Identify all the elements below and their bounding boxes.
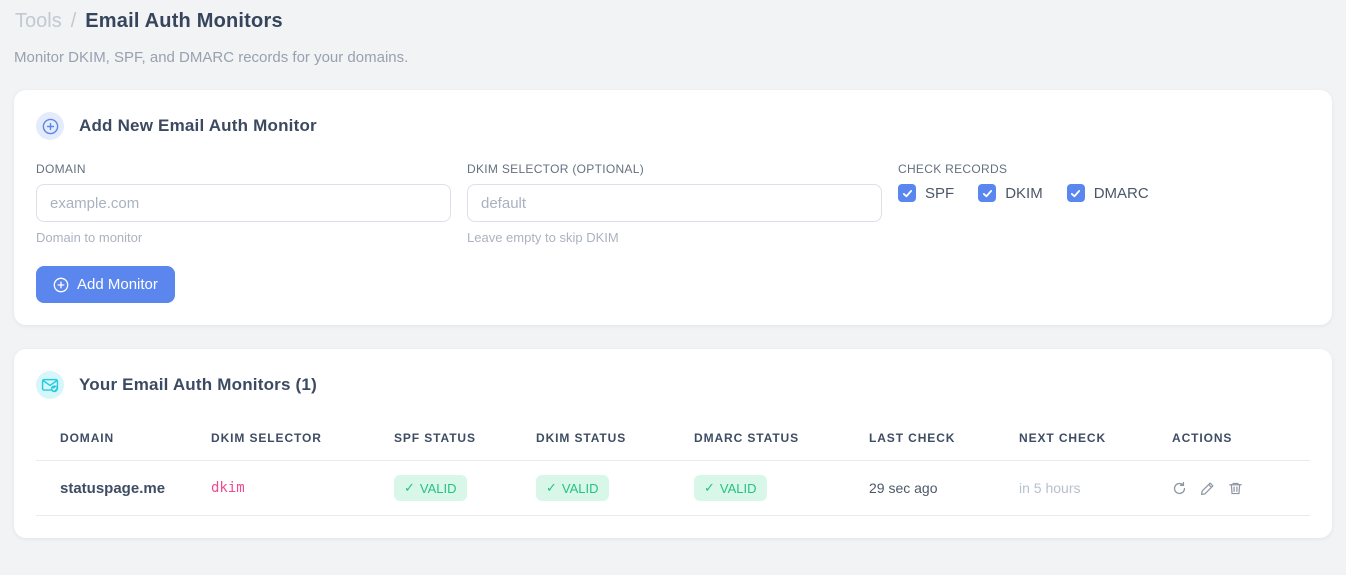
- row-actions: [1172, 481, 1302, 496]
- add-monitor-button[interactable]: Add Monitor: [36, 266, 175, 303]
- monitor-domain: statuspage.me: [36, 460, 211, 516]
- add-monitor-card-title: Add New Email Auth Monitor: [79, 116, 317, 135]
- plus-circle-icon: [53, 277, 69, 292]
- domain-field-group: DOMAIN Domain to monitor: [36, 162, 451, 245]
- dmarc-checkbox-label: DMARC: [1093, 184, 1149, 202]
- spf-checkbox-label: SPF: [925, 184, 955, 202]
- domain-field-hint: Domain to monitor: [36, 230, 143, 245]
- dkim-status-text: VALID: [561, 480, 599, 496]
- domain-input[interactable]: [36, 184, 451, 222]
- column-header-spf-status: SPF STATUS: [394, 417, 536, 461]
- spf-status-text: VALID: [419, 480, 457, 496]
- add-monitor-card-header: Add New Email Auth Monitor: [36, 112, 1310, 140]
- dkim-selector-field-hint: Leave empty to skip DKIM: [467, 230, 619, 245]
- breadcrumb-separator: /: [70, 10, 77, 32]
- column-header-dkim-selector: DKIM SELECTOR: [211, 417, 394, 461]
- monitors-list-card: Your Email Auth Monitors (1) DOMAIN DKIM…: [14, 349, 1332, 538]
- spf-status-badge: ✓ VALID: [394, 475, 467, 501]
- dmarc-checkbox[interactable]: [1066, 184, 1085, 202]
- monitor-dkim-selector: dkim: [211, 460, 394, 516]
- check-icon: [1071, 189, 1081, 197]
- domain-field-label: DOMAIN: [36, 162, 86, 176]
- check-records-label: CHECK RECORDS: [898, 162, 1008, 176]
- check-records-options: SPF DKIM DMARC: [898, 184, 1310, 202]
- monitor-last-check: 29 sec ago: [869, 460, 1019, 516]
- column-header-actions: ACTIONS: [1172, 417, 1310, 461]
- column-header-last-check: LAST CHECK: [869, 417, 1019, 461]
- pencil-icon: [1200, 481, 1214, 495]
- page-subtitle: Monitor DKIM, SPF, and DMARC records for…: [14, 49, 409, 66]
- check-icon: ✓: [404, 480, 415, 495]
- table-row: statuspage.me dkim ✓ VALID ✓ VALID ✓ VAL…: [36, 460, 1310, 516]
- refresh-button[interactable]: [1172, 481, 1187, 496]
- dkim-selector-field-group: DKIM SELECTOR (OPTIONAL) Leave empty to …: [467, 162, 882, 245]
- delete-button[interactable]: [1228, 481, 1243, 496]
- dmarc-status-text: VALID: [719, 480, 757, 496]
- dkim-status-badge: ✓ VALID: [536, 475, 609, 501]
- trash-icon: [1229, 482, 1242, 494]
- monitor-next-check: in 5 hours: [1019, 460, 1172, 516]
- dkim-checkbox[interactable]: [978, 184, 997, 202]
- dkim-selector-field-label: DKIM SELECTOR (OPTIONAL): [467, 162, 645, 176]
- check-icon: ✓: [546, 480, 557, 495]
- add-monitor-button-label: Add Monitor: [77, 276, 158, 293]
- page-title: Email Auth Monitors: [85, 10, 283, 32]
- column-header-next-check: NEXT CHECK: [1019, 417, 1172, 461]
- breadcrumb-tools-link[interactable]: Tools: [15, 10, 62, 33]
- add-monitor-form: DOMAIN Domain to monitor DKIM SELECTOR (…: [36, 162, 1310, 245]
- dmarc-status-badge: ✓ VALID: [694, 475, 767, 501]
- check-records-group: CHECK RECORDS SPF DKIM DMARC: [898, 162, 1310, 245]
- breadcrumb: Tools / Email Auth Monitors: [14, 10, 1332, 33]
- email-auth-monitors-page: Tools / Email Auth Monitors Monitor DKIM…: [0, 0, 1346, 538]
- table-header-row: DOMAIN DKIM SELECTOR SPF STATUS DKIM STA…: [36, 417, 1310, 461]
- column-header-dkim-status: DKIM STATUS: [536, 417, 694, 461]
- monitors-list-card-title: Your Email Auth Monitors (1): [79, 375, 317, 394]
- edit-button[interactable]: [1200, 481, 1215, 496]
- check-icon: [982, 189, 992, 197]
- monitors-table-wrap: DOMAIN DKIM SELECTOR SPF STATUS DKIM STA…: [36, 417, 1310, 516]
- mail-check-icon: [36, 371, 64, 399]
- monitors-table: DOMAIN DKIM SELECTOR SPF STATUS DKIM STA…: [36, 417, 1310, 516]
- plus-circle-icon: [36, 112, 64, 140]
- monitors-list-card-header: Your Email Auth Monitors (1): [36, 371, 1310, 399]
- refresh-icon: [1173, 481, 1186, 494]
- dkim-selector-input[interactable]: [467, 184, 882, 222]
- column-header-domain: DOMAIN: [36, 417, 211, 461]
- check-icon: ✓: [704, 480, 715, 495]
- dkim-checkbox-item[interactable]: DKIM: [978, 184, 1043, 202]
- check-icon: [902, 189, 912, 197]
- spf-checkbox[interactable]: [898, 184, 916, 202]
- add-monitor-card: Add New Email Auth Monitor DOMAIN Domain…: [14, 90, 1332, 325]
- dkim-checkbox-label: DKIM: [1005, 184, 1043, 202]
- dmarc-checkbox-item[interactable]: DMARC: [1066, 184, 1149, 202]
- spf-checkbox-item[interactable]: SPF: [898, 184, 954, 202]
- column-header-dmarc-status: DMARC STATUS: [694, 417, 869, 461]
